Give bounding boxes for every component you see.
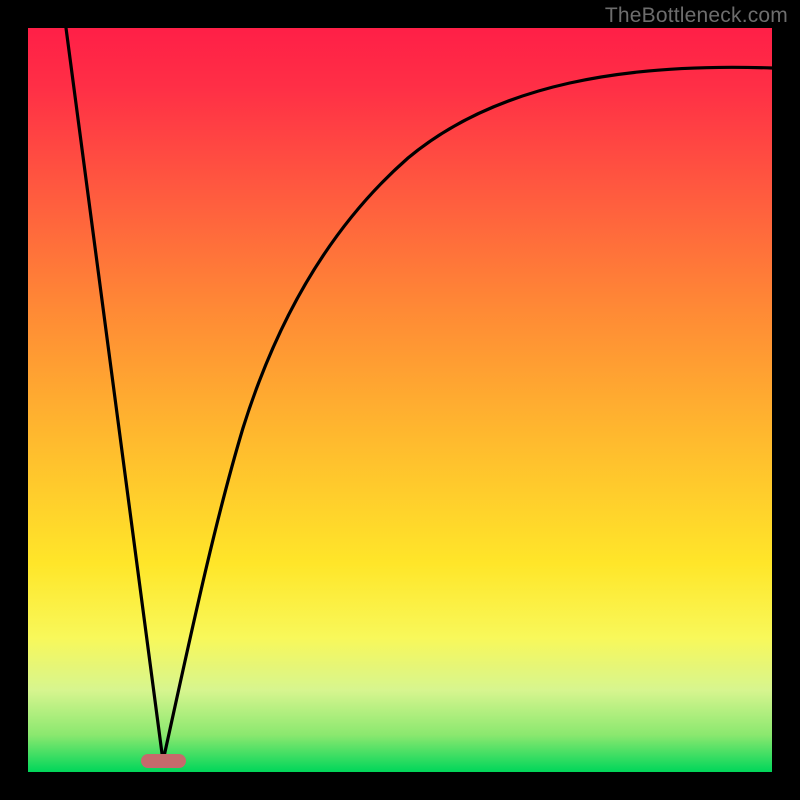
watermark-text: TheBottleneck.com	[605, 4, 788, 28]
plot-area	[28, 28, 772, 772]
curve-right-branch	[163, 67, 772, 761]
bottleneck-curve	[28, 28, 772, 772]
chart-frame: TheBottleneck.com	[0, 0, 800, 800]
optimal-point-marker	[141, 754, 186, 768]
curve-left-branch	[66, 28, 163, 761]
